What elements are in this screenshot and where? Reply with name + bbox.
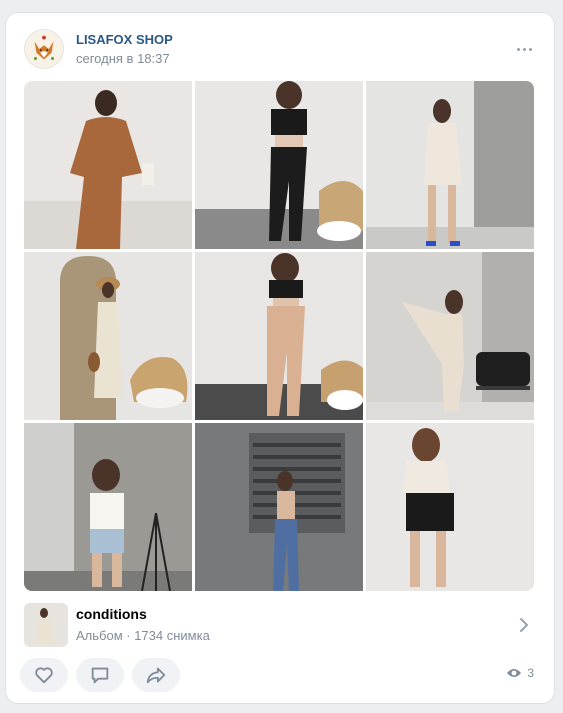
eye-icon bbox=[507, 669, 522, 677]
post-time[interactable]: сегодня в 18:37 bbox=[76, 51, 170, 66]
comment-icon bbox=[91, 667, 109, 684]
share-icon bbox=[146, 667, 166, 684]
post-actions: 3 bbox=[20, 658, 540, 692]
comment-button[interactable] bbox=[76, 658, 124, 692]
group-avatar[interactable] bbox=[24, 29, 64, 69]
photo-6[interactable] bbox=[366, 252, 534, 420]
views-count: 3 bbox=[527, 666, 534, 680]
post-author[interactable]: LISAFOX SHOP bbox=[76, 32, 173, 47]
share-button[interactable] bbox=[132, 658, 180, 692]
photo-grid bbox=[24, 81, 534, 591]
post-header: LISAFOX SHOP сегодня в 18:37 bbox=[24, 29, 536, 71]
like-button[interactable] bbox=[20, 658, 68, 692]
photo-9[interactable] bbox=[366, 423, 534, 591]
photo-5[interactable] bbox=[195, 252, 363, 420]
photo-8[interactable] bbox=[195, 423, 363, 591]
more-options-icon[interactable] bbox=[512, 37, 536, 61]
post-card: LISAFOX SHOP сегодня в 18:37 conditions … bbox=[6, 13, 554, 703]
views-counter: 3 bbox=[506, 666, 534, 680]
heart-icon bbox=[35, 667, 53, 684]
album-title[interactable]: conditions bbox=[76, 606, 147, 622]
fox-logo-icon bbox=[25, 30, 63, 68]
album-thumbnail[interactable] bbox=[24, 603, 68, 647]
album-attachment[interactable]: conditions Альбом · 1734 снимка bbox=[24, 603, 534, 647]
photo-4[interactable] bbox=[24, 252, 192, 420]
photo-3[interactable] bbox=[366, 81, 534, 249]
photo-2[interactable] bbox=[195, 81, 363, 249]
photo-1[interactable] bbox=[24, 81, 192, 249]
album-subtitle: Альбом · 1734 снимка bbox=[76, 628, 210, 643]
chevron-right-icon[interactable] bbox=[514, 615, 534, 635]
photo-7[interactable] bbox=[24, 423, 192, 591]
